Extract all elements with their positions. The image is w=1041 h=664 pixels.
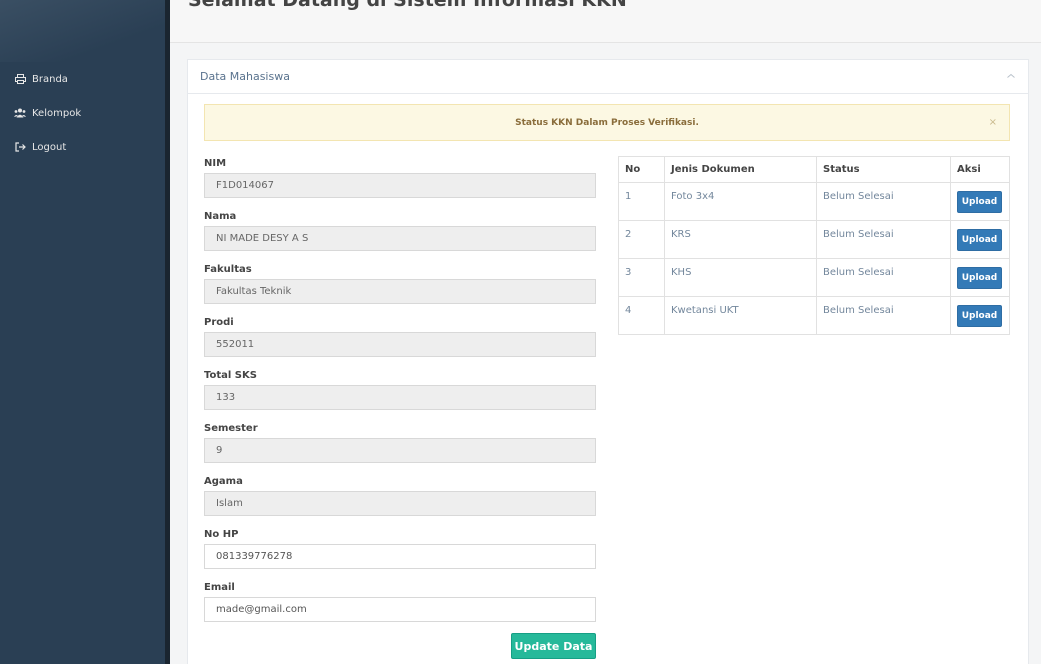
no-hp-field[interactable]: 081339776278 bbox=[204, 544, 596, 569]
row-status: Belum Selesai bbox=[816, 182, 951, 221]
upload-button[interactable]: Upload bbox=[957, 266, 1002, 289]
sidebar-item-logout[interactable]: Logout bbox=[0, 130, 165, 164]
row-status: Belum Selesai bbox=[816, 220, 951, 259]
row-status: Belum Selesai bbox=[816, 258, 951, 297]
table-row: 3 KHS Belum Selesai Upload bbox=[618, 258, 1010, 297]
email-field[interactable]: made@gmail.com bbox=[204, 597, 596, 622]
table-row: 1 Foto 3x4 Belum Selesai Upload bbox=[618, 182, 1010, 221]
prodi-field: 552011 bbox=[204, 332, 596, 357]
row-action: Upload bbox=[950, 182, 1010, 221]
upload-button[interactable]: Upload bbox=[957, 304, 1002, 327]
row-no: 1 bbox=[618, 182, 665, 221]
alert-text: Status KKN Dalam Proses Verifikasi. bbox=[515, 117, 699, 128]
row-document: KRS bbox=[664, 220, 817, 259]
row-action: Upload bbox=[950, 296, 1010, 335]
panel-title: Data Mahasiswa bbox=[200, 70, 290, 83]
fakultas-label: Fakultas bbox=[204, 264, 252, 275]
semester-label: Semester bbox=[204, 423, 258, 434]
row-document: Foto 3x4 bbox=[664, 182, 817, 221]
table-header-row: No Jenis Dokumen Status Aksi bbox=[618, 156, 1010, 183]
row-no: 4 bbox=[618, 296, 665, 335]
agama-label: Agama bbox=[204, 476, 243, 487]
col-status: Status bbox=[816, 156, 951, 183]
close-icon[interactable]: × bbox=[989, 117, 997, 128]
row-action: Upload bbox=[950, 220, 1010, 259]
upload-button[interactable]: Upload bbox=[957, 228, 1002, 251]
sidebar-header bbox=[0, 0, 165, 62]
row-no: 2 bbox=[618, 220, 665, 259]
semester-field: 9 bbox=[204, 438, 596, 463]
agama-field: Islam bbox=[204, 491, 596, 516]
sidebar-item-branda[interactable]: Branda bbox=[0, 62, 165, 96]
row-no: 3 bbox=[618, 258, 665, 297]
status-alert: Status KKN Dalam Proses Verifikasi. × bbox=[204, 104, 1010, 141]
table-row: 4 Kwetansi UKT Belum Selesai Upload bbox=[618, 296, 1010, 335]
col-jenis-dokumen: Jenis Dokumen bbox=[664, 156, 817, 183]
fakultas-field: Fakultas Teknik bbox=[204, 279, 596, 304]
student-form: NIM F1D014067 Nama NI MADE DESY A S Faku… bbox=[204, 154, 596, 659]
table-row: 2 KRS Belum Selesai Upload bbox=[618, 220, 1010, 259]
sidebar: Branda Kelompok Logout bbox=[0, 0, 165, 664]
sidebar-divider bbox=[165, 0, 170, 664]
sidebar-item-label: Kelompok bbox=[32, 107, 82, 119]
row-status: Belum Selesai bbox=[816, 296, 951, 335]
nama-field: NI MADE DESY A S bbox=[204, 226, 596, 251]
logout-icon bbox=[14, 142, 26, 152]
users-icon bbox=[14, 108, 26, 118]
sidebar-item-label: Branda bbox=[32, 73, 68, 85]
sidebar-item-label: Logout bbox=[32, 141, 67, 153]
nim-label: NIM bbox=[204, 158, 227, 169]
col-aksi: Aksi bbox=[950, 156, 1010, 183]
printer-icon bbox=[14, 74, 26, 84]
col-no: No bbox=[618, 156, 665, 183]
row-document: Kwetansi UKT bbox=[664, 296, 817, 335]
nim-field: F1D014067 bbox=[204, 173, 596, 198]
nama-label: Nama bbox=[204, 211, 237, 222]
page-title: Selamat Datang di Sistem Informasi KKN bbox=[188, 0, 627, 11]
data-mahasiswa-panel: Data Mahasiswa Status KKN Dalam Proses V… bbox=[187, 59, 1029, 664]
upload-button[interactable]: Upload bbox=[957, 190, 1002, 213]
email-label: Email bbox=[204, 582, 235, 593]
prodi-label: Prodi bbox=[204, 317, 234, 328]
sidebar-item-kelompok[interactable]: Kelompok bbox=[0, 96, 165, 130]
no-hp-label: No HP bbox=[204, 529, 239, 540]
update-data-button[interactable]: Update Data bbox=[511, 633, 596, 659]
total-sks-label: Total SKS bbox=[204, 370, 257, 381]
document-table: No Jenis Dokumen Status Aksi 1 Foto 3x4 … bbox=[618, 156, 1010, 335]
total-sks-field: 133 bbox=[204, 385, 596, 410]
row-action: Upload bbox=[950, 258, 1010, 297]
panel-header: Data Mahasiswa bbox=[188, 60, 1028, 94]
row-document: KHS bbox=[664, 258, 817, 297]
chevron-up-icon[interactable] bbox=[1006, 71, 1016, 81]
